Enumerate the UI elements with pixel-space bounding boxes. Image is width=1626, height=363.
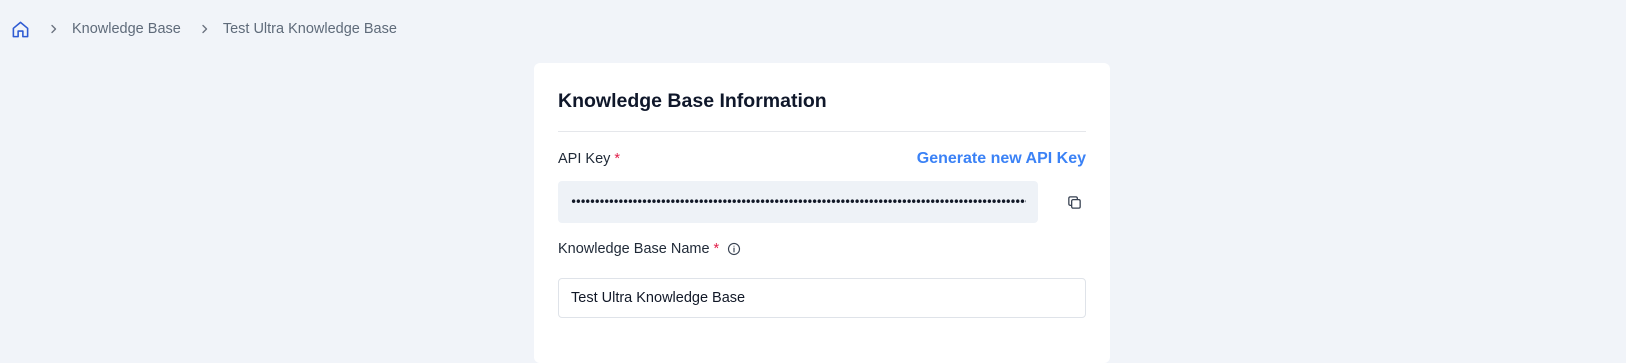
breadcrumb-item-current: Test Ultra Knowledge Base — [222, 21, 397, 37]
knowledge-base-info-card: Knowledge Base Information API Key * Gen… — [534, 63, 1110, 363]
api-key-input[interactable] — [570, 195, 1026, 209]
kb-name-label: Knowledge Base Name * — [558, 241, 742, 257]
api-key-label: API Key * — [558, 151, 620, 167]
copy-icon[interactable] — [1062, 190, 1086, 214]
api-key-field — [558, 181, 1038, 223]
required-mark: * — [614, 151, 621, 167]
divider — [558, 131, 1086, 132]
kb-name-field — [558, 278, 1086, 318]
info-icon[interactable] — [726, 241, 742, 257]
breadcrumb: Knowledge Base Test Ultra Knowledge Base — [10, 18, 397, 40]
chevron-right-icon — [48, 23, 60, 35]
generate-api-key-link[interactable]: Generate new API Key — [917, 150, 1086, 168]
kb-name-label-text: Knowledge Base Name — [558, 241, 710, 257]
card-title: Knowledge Base Information — [558, 90, 827, 112]
breadcrumb-item-knowledge-base[interactable]: Knowledge Base — [72, 21, 181, 37]
chevron-right-icon — [199, 23, 211, 35]
kb-name-input[interactable] — [571, 290, 1073, 306]
required-mark: * — [713, 241, 720, 257]
home-icon[interactable] — [10, 19, 30, 39]
api-key-label-text: API Key — [558, 151, 611, 167]
